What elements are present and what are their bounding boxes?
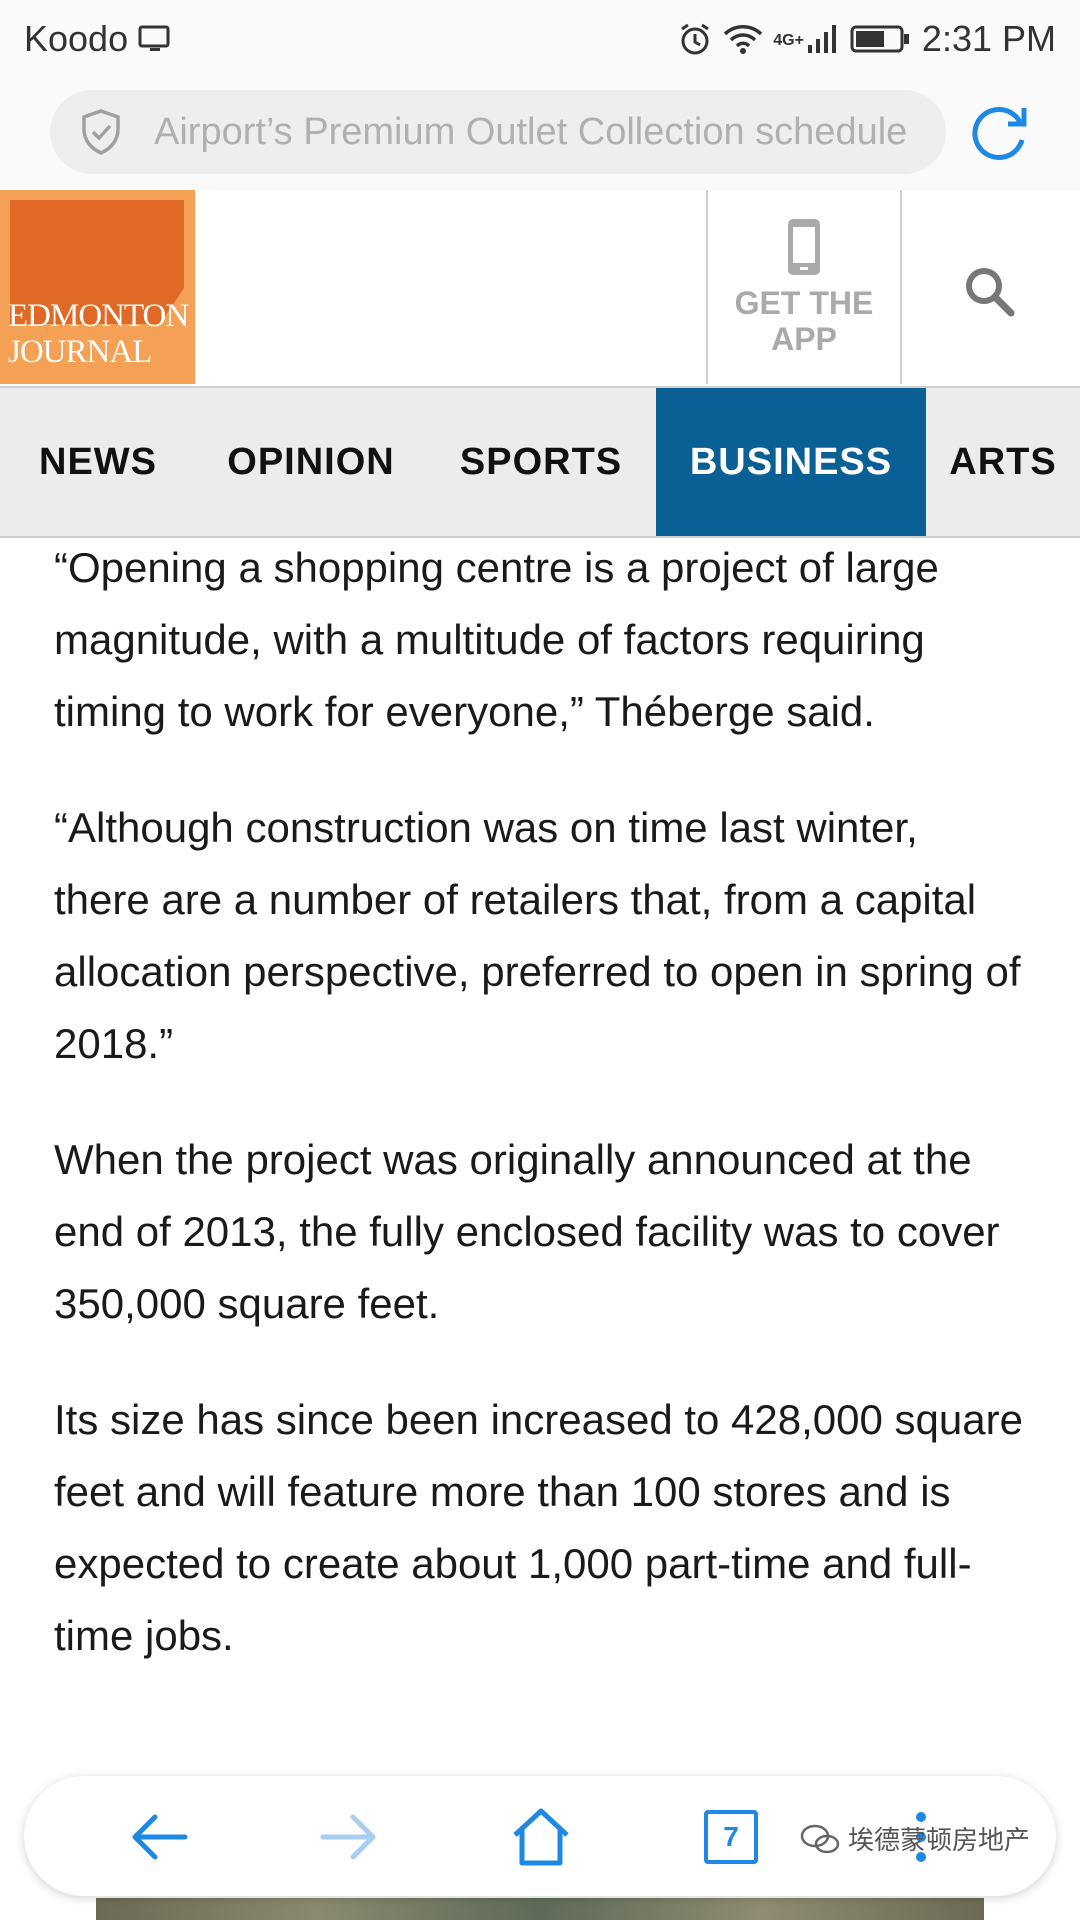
- edmonton-journal-logo[interactable]: EDMONTON JOURNAL: [0, 190, 195, 384]
- article-paragraph: When the project was originally announce…: [54, 1136, 1000, 1327]
- article-image-peek: [96, 1898, 984, 1920]
- alarm-icon: [677, 21, 713, 57]
- network-type: 4G+: [773, 32, 804, 49]
- section-nav: NEWS OPINION SPORTS BUSINESS ARTS: [0, 386, 1080, 538]
- tabs-button[interactable]: 7: [696, 1802, 766, 1872]
- article-paragraph: Its size has since been increased to 428…: [54, 1396, 1023, 1659]
- screen-cast-icon: [138, 24, 172, 54]
- home-icon: [513, 1808, 569, 1866]
- wifi-icon: [723, 22, 763, 56]
- logo-wordmark: EDMONTON JOURNAL: [8, 298, 189, 370]
- wechat-icon: [800, 1824, 840, 1853]
- nav-item-sports[interactable]: SPORTS: [426, 388, 656, 536]
- address-bar[interactable]: Airport’s Premium Outlet Collection sche…: [50, 90, 946, 174]
- clock: 2:31 PM: [921, 18, 1056, 59]
- phone-icon: [788, 219, 820, 275]
- browser-address-row: Airport’s Premium Outlet Collection sche…: [0, 78, 1080, 190]
- forward-button[interactable]: [314, 1802, 384, 1872]
- get-the-app-label: GET THE APP: [734, 285, 874, 357]
- article-body: “Opening a shopping centre is a project …: [54, 532, 1024, 1716]
- home-button[interactable]: [506, 1802, 576, 1872]
- nav-item-opinion[interactable]: OPINION: [196, 388, 426, 536]
- signal-icon: [806, 23, 840, 55]
- article-paragraph: “Opening a shopping centre is a project …: [54, 544, 939, 735]
- nav-item-business[interactable]: BUSINESS: [656, 388, 926, 536]
- network-badge: 4G+: [773, 32, 804, 50]
- article-paragraph: “Although construction was on time last …: [54, 804, 1021, 1067]
- status-bar: Koodo 4G+ 2:31 PM: [0, 0, 1080, 78]
- address-text: Airport’s Premium Outlet Collection sche…: [154, 110, 908, 153]
- nav-item-news[interactable]: NEWS: [0, 388, 196, 536]
- wechat-watermark: 埃德蒙顿房地产: [800, 1820, 1030, 1857]
- logo-line1: EDMONTON: [8, 298, 189, 334]
- arrow-right-icon: [320, 1814, 376, 1860]
- get-the-app-button[interactable]: GET THE APP: [706, 190, 902, 384]
- logo-line2: JOURNAL: [8, 334, 152, 370]
- nav-item-arts[interactable]: ARTS: [926, 388, 1080, 536]
- arrow-left-icon: [132, 1814, 188, 1860]
- carrier-label: Koodo: [24, 18, 129, 59]
- site-header: EDMONTON JOURNAL GET THE APP: [0, 190, 1080, 386]
- search-icon[interactable]: [962, 264, 1018, 320]
- watermark-text: 埃德蒙顿房地产: [848, 1825, 1031, 1855]
- tab-count: 7: [723, 1821, 739, 1852]
- tab-count-badge: 7: [704, 1810, 758, 1864]
- battery-icon: [850, 23, 912, 55]
- shield-icon: [82, 109, 120, 155]
- back-button[interactable]: [124, 1802, 194, 1872]
- reload-icon[interactable]: [970, 102, 1032, 164]
